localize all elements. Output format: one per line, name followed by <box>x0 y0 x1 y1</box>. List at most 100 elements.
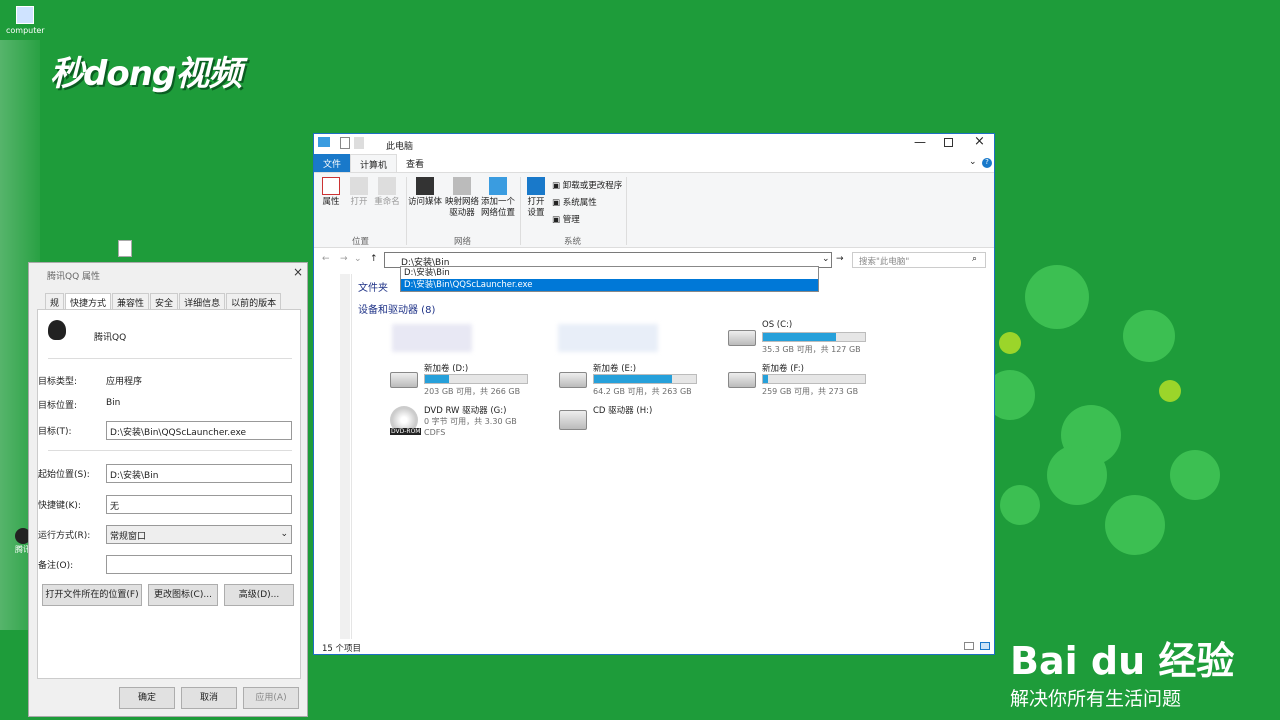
rename-button[interactable]: 重命名 <box>372 177 402 208</box>
cancel-button[interactable]: 取消 <box>181 687 237 709</box>
hard-drive-icon <box>559 372 587 388</box>
blurred-item <box>392 324 472 352</box>
network-location-icon <box>489 177 507 195</box>
properties-button[interactable]: 属性 <box>320 177 342 208</box>
dvd-badge: DVD-ROM <box>390 428 422 435</box>
drive-usage-fill <box>594 375 672 383</box>
target-label: 目标(T): <box>38 427 72 437</box>
address-dropdown: D:\安装\Bin D:\安装\Bin\QQScLauncher.exe <box>400 266 819 292</box>
drive-f[interactable]: 新加卷 (F:) 259 GB 可用，共 273 GB <box>728 362 888 400</box>
app-name: 腾讯QQ <box>94 333 127 343</box>
uninstall-label: 卸载或更改程序 <box>562 181 623 191</box>
network-drive-icon <box>453 177 471 195</box>
start-in-field[interactable]: D:\安装\Bin <box>106 464 292 483</box>
uninstall-button[interactable]: ▣ 卸载或更改程序 <box>552 179 622 191</box>
chevron-down-icon: ⌄ <box>280 529 288 539</box>
close-icon[interactable]: × <box>293 265 303 279</box>
cd-drive-icon <box>559 410 587 430</box>
drive-info: 203 GB 可用，共 266 GB <box>424 387 521 396</box>
shortcut-key-label: 快捷键(K): <box>38 501 81 511</box>
status-bar-count: 15 个项目 <box>322 644 362 654</box>
rename-icon <box>378 177 396 195</box>
target-field[interactable]: D:\安装\Bin\QQScLauncher.exe <box>106 421 292 440</box>
access-media-button[interactable]: 访问媒体 <box>408 177 442 208</box>
menu-view[interactable]: 查看 <box>397 154 433 172</box>
windows-drive-icon <box>728 330 756 346</box>
chevron-down-icon[interactable]: ⌄ <box>822 254 830 264</box>
divider <box>48 358 292 359</box>
desktop-icon-label: computer <box>6 26 45 35</box>
up-icon[interactable]: ↑ <box>370 254 378 264</box>
chevron-down-icon[interactable]: ⌄ <box>354 254 362 264</box>
search-input[interactable]: 搜索"此电脑" <box>852 252 986 268</box>
ok-button[interactable]: 确定 <box>119 687 175 709</box>
ribbon-separator <box>520 177 521 245</box>
run-select[interactable]: 常规窗口 ⌄ <box>106 525 292 544</box>
minimize-icon[interactable]: — <box>914 135 926 149</box>
map-drive-label: 映射网络 驱动器 <box>444 197 479 218</box>
target-type-value: 应用程序 <box>106 377 143 387</box>
system-properties-label: 系统属性 <box>562 198 597 208</box>
add-location-label: 添加一个 网络位置 <box>480 197 515 218</box>
chevron-down-icon[interactable]: ⌄ <box>969 157 977 167</box>
system-properties-button[interactable]: ▣ 系统属性 <box>552 196 597 208</box>
dialog-title: 腾讯QQ 属性 <box>47 272 101 282</box>
drive-name: 新加卷 (F:) <box>762 364 804 374</box>
qq-penguin-icon <box>48 320 66 340</box>
change-icon-button[interactable]: 更改图标(C)... <box>148 584 218 606</box>
hard-drive-icon <box>728 372 756 388</box>
add-location-button[interactable]: 添加一个 网络位置 <box>480 177 516 219</box>
drive-d[interactable]: 新加卷 (D:) 203 GB 可用，共 266 GB <box>390 362 550 400</box>
forward-icon[interactable]: → <box>340 254 348 264</box>
target-location-label: 目标位置: <box>38 401 78 411</box>
drive-g[interactable]: DVD-ROM DVD RW 驱动器 (G:) 0 字节 可用，共 3.30 G… <box>390 404 550 444</box>
computer-icon <box>318 137 330 147</box>
menu-file[interactable]: 文件 <box>314 154 351 172</box>
baidu-watermark: Bai du 经验 <box>1010 639 1235 683</box>
menu-computer[interactable]: 计算机 <box>350 154 398 172</box>
drive-e[interactable]: 新加卷 (E:) 64.2 GB 可用，共 263 GB <box>559 362 719 400</box>
new-folder-quick-icon[interactable] <box>354 137 364 149</box>
map-drive-button[interactable]: 映射网络 驱动器 <box>444 177 480 219</box>
go-icon[interactable]: → <box>836 254 844 264</box>
ribbon-separator <box>406 177 407 245</box>
drive-usage-fill <box>425 375 450 383</box>
file-icon <box>118 240 132 257</box>
desktop-icon-computer[interactable]: computer <box>6 6 45 35</box>
shortcut-key-field[interactable]: 无 <box>106 495 292 514</box>
drive-h[interactable]: CD 驱动器 (H:) <box>559 404 719 442</box>
help-icon[interactable]: ? <box>982 158 992 168</box>
close-icon[interactable]: × <box>974 134 985 149</box>
open-location-button[interactable]: 打开文件所在的位置(F) <box>42 584 142 606</box>
drive-name: 新加卷 (D:) <box>424 364 469 374</box>
drive-filesystem: CDFS <box>424 428 446 437</box>
back-icon[interactable]: ← <box>322 254 330 264</box>
apply-button[interactable]: 应用(A) <box>243 687 299 709</box>
dropdown-item[interactable]: D:\安装\Bin <box>401 267 818 279</box>
large-icons-view-icon[interactable] <box>980 642 990 650</box>
comment-field[interactable] <box>106 555 292 574</box>
properties-quick-icon[interactable] <box>340 137 350 149</box>
baidu-slogan: 解决你所有生活问题 <box>1010 688 1182 710</box>
drive-c[interactable]: OS (C:) 35.3 GB 可用，共 127 GB <box>728 320 888 358</box>
maximize-icon[interactable] <box>944 138 953 147</box>
open-button[interactable]: 打开 <box>348 177 370 208</box>
target-type-label: 目标类型: <box>38 377 78 387</box>
ribbon: 属性 打开 重命名 位置 访问媒体 映射网络 驱动器 添加一个 网络位置 网络 … <box>314 172 994 248</box>
details-view-icon[interactable] <box>964 642 974 650</box>
comment-label: 备注(O): <box>38 561 74 571</box>
section-devices[interactable]: 设备和驱动器 (8) <box>358 301 435 316</box>
drive-usage-fill <box>763 375 769 383</box>
properties-label: 属性 <box>322 197 340 207</box>
dropdown-item-selected[interactable]: D:\安装\Bin\QQScLauncher.exe <box>401 279 818 291</box>
open-settings-label: 打开 设置 <box>527 197 545 218</box>
manage-button[interactable]: ▣ 管理 <box>552 213 580 225</box>
drive-usage-bar <box>762 332 866 342</box>
section-folders[interactable]: 文件夹 <box>358 279 388 294</box>
nav-scrollbar[interactable] <box>340 274 350 639</box>
blurred-item <box>558 324 658 352</box>
gear-icon <box>527 177 545 195</box>
open-settings-button[interactable]: 打开 设置 <box>522 177 550 219</box>
run-label: 运行方式(R): <box>38 531 91 541</box>
advanced-button[interactable]: 高级(D)... <box>224 584 294 606</box>
